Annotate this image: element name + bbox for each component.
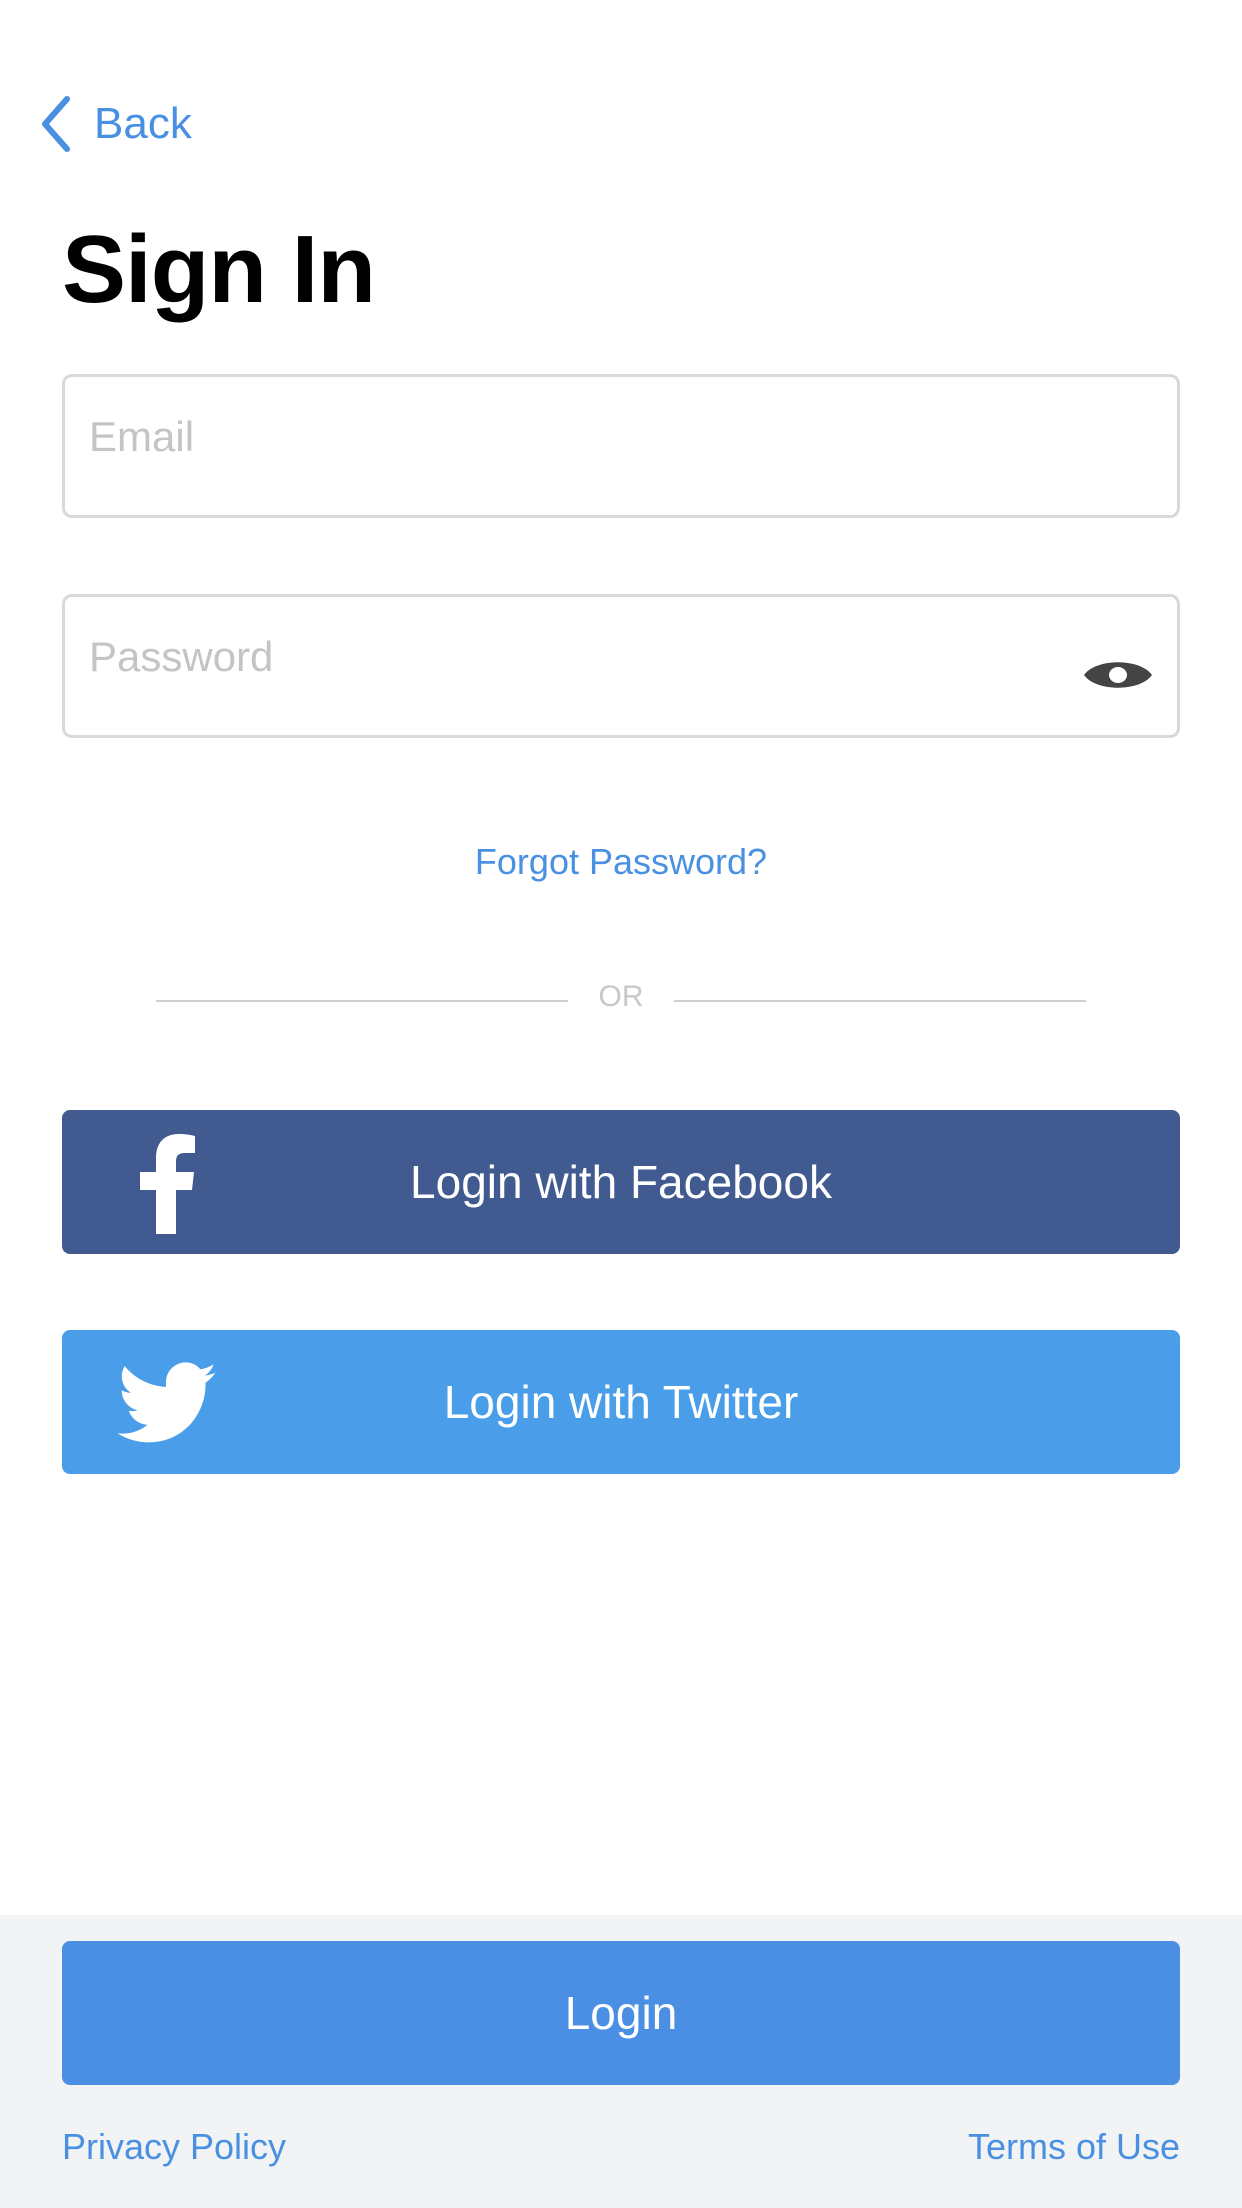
chevron-left-icon[interactable] bbox=[36, 92, 76, 156]
password-field-container[interactable] bbox=[62, 594, 1180, 738]
eye-icon[interactable] bbox=[1081, 653, 1155, 697]
email-field-container[interactable] bbox=[62, 374, 1180, 518]
email-field[interactable] bbox=[89, 407, 1049, 467]
login-with-twitter-button[interactable]: Login with Twitter bbox=[62, 1330, 1180, 1474]
or-divider: OR bbox=[156, 976, 1086, 1024]
password-field[interactable] bbox=[89, 627, 1049, 687]
facebook-button-label: Login with Facebook bbox=[410, 1156, 832, 1208]
twitter-button-label: Login with Twitter bbox=[443, 1376, 799, 1428]
privacy-policy-link[interactable]: Privacy Policy bbox=[62, 2123, 286, 2171]
login-button[interactable]: Login bbox=[62, 1941, 1180, 2085]
footer: Login Privacy Policy Terms of Use bbox=[0, 1915, 1242, 2208]
divider-label: OR bbox=[598, 980, 644, 1013]
back-nav[interactable]: Back bbox=[36, 92, 192, 156]
terms-of-use-link[interactable]: Terms of Use bbox=[968, 2123, 1180, 2171]
forgot-password-link[interactable]: Forgot Password? bbox=[0, 838, 1242, 886]
page-title: Sign In bbox=[62, 216, 376, 323]
sign-in-screen: Back Sign In Forgot Password? OR Login w… bbox=[0, 0, 1242, 2208]
back-link[interactable]: Back bbox=[94, 92, 192, 156]
login-with-facebook-button[interactable]: Login with Facebook bbox=[62, 1110, 1180, 1254]
